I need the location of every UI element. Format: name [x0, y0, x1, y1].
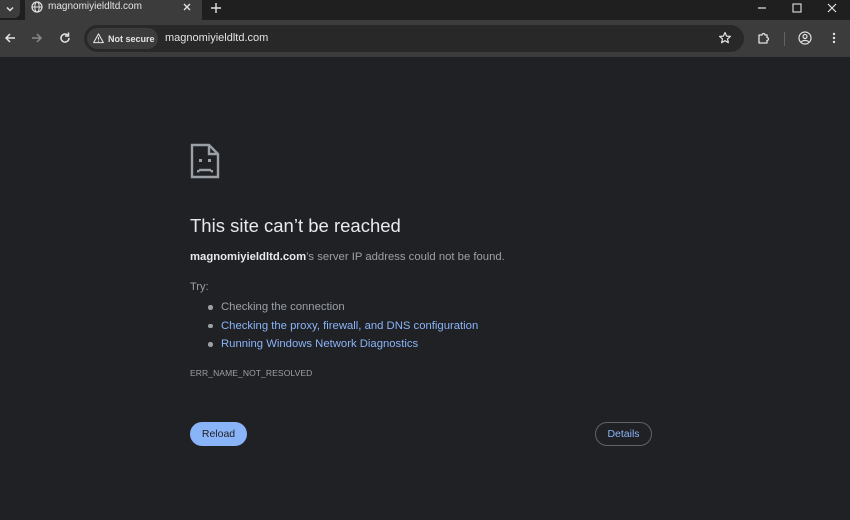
- toolbar-divider: [784, 32, 785, 46]
- details-button[interactable]: Details: [595, 422, 652, 446]
- error-host: magnomiyieldltd.com: [190, 251, 307, 263]
- toolbar: Not secure magnomiyieldltd.com: [0, 20, 850, 57]
- suggestion-check-proxy-link[interactable]: Checking the proxy, firewall, and DNS co…: [190, 317, 478, 336]
- error-code: ERR_NAME_NOT_RESOLVED: [190, 368, 313, 378]
- suggestion-check-connection: Checking the connection: [190, 298, 478, 317]
- chevron-down-icon: [6, 6, 14, 12]
- arrow-left-icon: [4, 33, 15, 43]
- maximize-button[interactable]: [780, 0, 814, 16]
- try-label: Try:: [190, 281, 209, 293]
- close-icon[interactable]: [182, 2, 192, 12]
- extensions-button[interactable]: [756, 30, 772, 46]
- reload-button[interactable]: Reload: [190, 422, 247, 446]
- tab-title: magnomiyieldltd.com: [48, 1, 142, 12]
- refresh-icon: [60, 32, 70, 43]
- suggestions-list: Checking the connection Checking the pro…: [190, 298, 478, 354]
- profile-button[interactable]: [797, 30, 813, 46]
- error-summary: magnomiyieldltd.com’s server IP address …: [190, 251, 505, 263]
- security-chip[interactable]: Not secure: [87, 28, 158, 49]
- star-icon[interactable]: [718, 31, 732, 45]
- minimize-button[interactable]: [745, 0, 779, 16]
- tab-strip: magnomiyieldltd.com: [0, 0, 850, 20]
- suggestion-network-diagnostics-link[interactable]: Running Windows Network Diagnostics: [190, 335, 478, 354]
- menu-button[interactable]: [826, 30, 842, 46]
- sad-page-icon: [190, 143, 220, 179]
- account-circle-icon: [798, 31, 812, 45]
- globe-icon: [31, 1, 43, 13]
- minimize-icon: [758, 7, 766, 9]
- back-button[interactable]: [2, 30, 18, 46]
- active-tab[interactable]: magnomiyieldltd.com: [25, 0, 202, 20]
- url-text[interactable]: magnomiyieldltd.com: [165, 32, 268, 44]
- security-label: Not secure: [108, 33, 155, 44]
- address-bar[interactable]: Not secure magnomiyieldltd.com: [84, 25, 744, 52]
- maximize-icon: [792, 3, 802, 13]
- forward-button[interactable]: [29, 30, 45, 46]
- arrow-right-icon: [32, 33, 43, 43]
- close-icon: [827, 3, 837, 13]
- reload-toolbar-button[interactable]: [57, 30, 73, 46]
- more-vertical-icon: [832, 32, 836, 44]
- error-summary-text: ’s server IP address could not be found.: [306, 251, 505, 263]
- window-close-button[interactable]: [815, 0, 849, 16]
- puzzle-piece-icon: [758, 32, 770, 44]
- tab-search-button[interactable]: [0, 0, 20, 18]
- new-tab-plus-icon[interactable]: [210, 2, 222, 14]
- page-title: This site can’t be reached: [190, 215, 401, 236]
- warning-triangle-icon: [93, 33, 104, 44]
